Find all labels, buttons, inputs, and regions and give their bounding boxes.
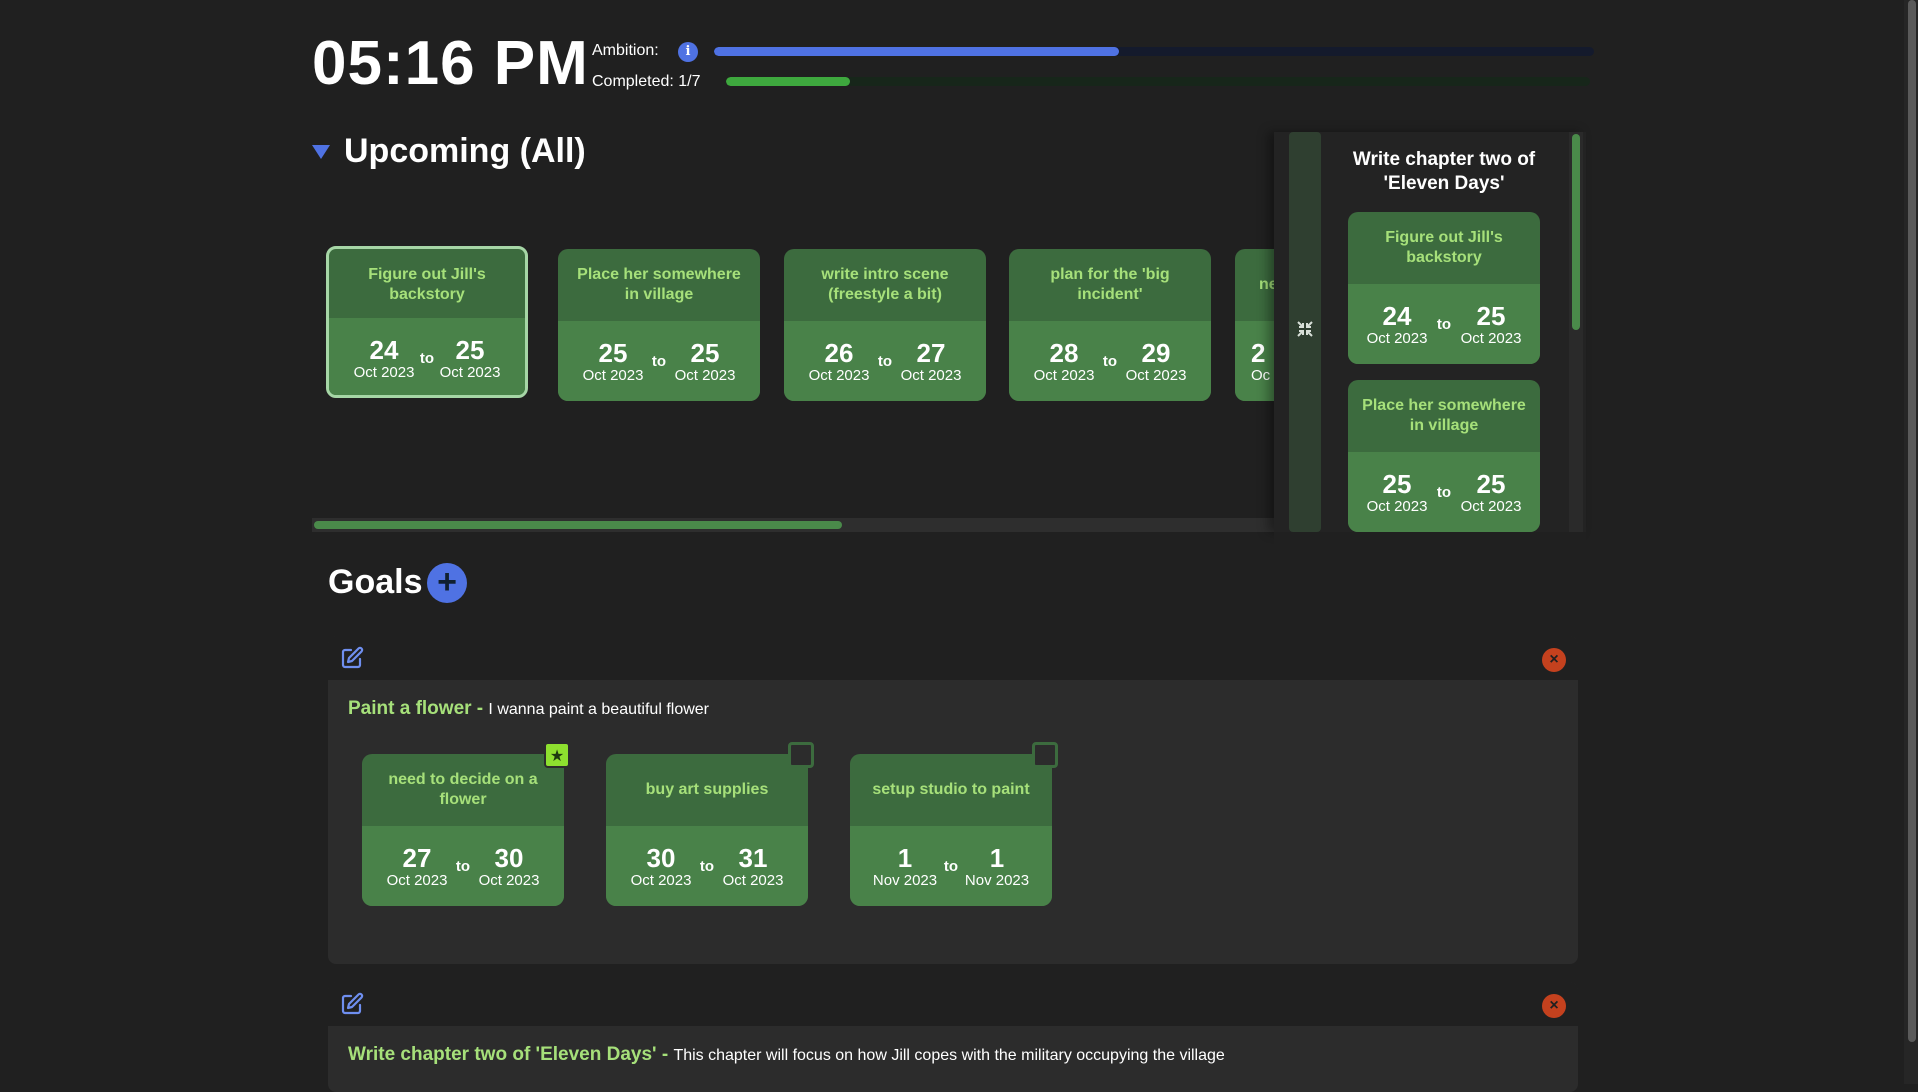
upcoming-card[interactable]: plan for the 'big incident' 28 Oct 2023 t… bbox=[1009, 249, 1211, 401]
add-goal-button[interactable]: + bbox=[427, 563, 467, 603]
upcoming-card[interactable]: Figure out Jill's backstory 24 Oct 2023 t… bbox=[326, 246, 528, 398]
goal-task[interactable]: need to decide on a flower 27 Oct 2023 to… bbox=[362, 742, 570, 912]
to-month: Oct 2023 bbox=[1460, 330, 1522, 347]
to-day: 25 bbox=[1476, 469, 1506, 499]
task-card[interactable]: buy art supplies 30 Oct 2023 to 31 Oct 202… bbox=[606, 754, 808, 906]
horizontal-scrollbar-thumb[interactable] bbox=[314, 521, 842, 529]
goal-heading: Paint a flower - I wanna paint a beautif… bbox=[348, 698, 709, 720]
to-day: 25 bbox=[690, 338, 720, 368]
to-month: Oct 2023 bbox=[1125, 367, 1187, 384]
goal-description: This chapter will focus on how Jill cope… bbox=[673, 1047, 1225, 1064]
goal-description: I wanna paint a beautiful flower bbox=[488, 701, 710, 718]
to-month: Nov 2023 bbox=[964, 872, 1030, 889]
to-day: 1 bbox=[989, 843, 1005, 873]
side-panel-title: Write chapter two of 'Eleven Days' bbox=[1352, 149, 1536, 194]
goal-name: Write chapter two of 'Eleven Days' bbox=[348, 1044, 657, 1065]
to-day: 25 bbox=[455, 335, 485, 365]
side-panel-scrollbar-thumb[interactable] bbox=[1572, 134, 1580, 330]
goal-card: × Write chapter two of 'Eleven Days' - T… bbox=[328, 982, 1578, 1092]
goal-heading: Write chapter two of 'Eleven Days' - Thi… bbox=[348, 1044, 1225, 1066]
info-icon[interactable]: i bbox=[678, 42, 698, 62]
to-month: Oct 2023 bbox=[900, 367, 962, 384]
collapse-icon[interactable] bbox=[1296, 320, 1314, 338]
edit-icon[interactable] bbox=[340, 646, 364, 670]
to-month: Oct 2023 bbox=[1460, 498, 1522, 515]
upcoming-card[interactable]: ne 2 Oc bbox=[1235, 249, 1274, 401]
task-title: setup studio to paint bbox=[872, 781, 1030, 798]
goal-task[interactable]: buy art supplies 30 Oct 2023 to 31 Oct 202… bbox=[606, 742, 814, 912]
upcoming-carousel[interactable]: Figure out Jill's backstory 24 Oct 2023 t… bbox=[312, 240, 1274, 410]
goal-card: × Paint a flower - I wanna paint a beaut… bbox=[328, 636, 1578, 964]
task-title: buy art supplies bbox=[645, 781, 769, 798]
to-day: 30 bbox=[494, 843, 524, 873]
page-scrollbar-thumb[interactable] bbox=[1908, 0, 1916, 1042]
upcoming-card[interactable]: write intro scene (freestyle a bit) 26 Oc… bbox=[784, 249, 986, 401]
upcoming-title: Upcoming (All) bbox=[344, 132, 586, 170]
delete-goal-icon[interactable]: × bbox=[1542, 648, 1566, 672]
goal-toolbar: × bbox=[328, 982, 1578, 1026]
side-panel-card[interactable]: Place her somewhere in village 25 Oct 202… bbox=[1348, 380, 1540, 532]
from-month: Oc bbox=[1251, 367, 1271, 384]
side-panel-card[interactable]: Figure out Jill's backstory 24 Oct 2023 t… bbox=[1348, 212, 1540, 364]
side-panel-bottom-edge bbox=[1274, 532, 1586, 552]
task-title: plan for the 'big incident' bbox=[1050, 266, 1170, 303]
task-complete-checkbox[interactable]: ★ bbox=[544, 742, 570, 768]
to-day: 25 bbox=[1476, 301, 1506, 331]
delete-goal-icon[interactable]: × bbox=[1542, 994, 1566, 1018]
goals-title: Goals bbox=[328, 563, 423, 601]
to-month: Oct 2023 bbox=[722, 872, 784, 889]
goal-task[interactable]: setup studio to paint 1 Nov 2023 to 1 Nov … bbox=[850, 742, 1058, 912]
task-title: ne bbox=[1259, 276, 1274, 293]
to-day: 27 bbox=[916, 338, 946, 368]
to-day: 29 bbox=[1141, 338, 1171, 368]
to-month: Oct 2023 bbox=[478, 872, 540, 889]
task-complete-checkbox[interactable] bbox=[788, 742, 814, 768]
goal-separator: - bbox=[471, 698, 489, 719]
task-title: need to decide on a flower bbox=[388, 771, 538, 808]
task-complete-checkbox[interactable] bbox=[1032, 742, 1058, 768]
to-month: Oct 2023 bbox=[674, 367, 736, 384]
edit-icon[interactable] bbox=[340, 992, 364, 1016]
to-month: Oct 2023 bbox=[439, 364, 501, 381]
task-title: Figure out Jill's backstory bbox=[1385, 229, 1503, 266]
to-day: 31 bbox=[738, 843, 768, 873]
task-title: write intro scene (freestyle a bit) bbox=[821, 266, 949, 303]
task-card[interactable]: need to decide on a flower 27 Oct 2023 to… bbox=[362, 754, 564, 906]
task-title: Figure out Jill's backstory bbox=[368, 266, 486, 303]
task-card[interactable]: setup studio to paint 1 Nov 2023 to 1 Nov … bbox=[850, 754, 1052, 906]
goal-separator: - bbox=[656, 1044, 674, 1065]
completed-bar bbox=[726, 77, 1590, 86]
task-title: Place her somewhere in village bbox=[577, 266, 741, 303]
goal-name: Paint a flower bbox=[348, 698, 472, 719]
ambition-bar bbox=[714, 47, 1594, 56]
completed-bar-fill bbox=[726, 77, 850, 86]
from-day: 2 bbox=[1251, 338, 1266, 368]
completed-label: Completed: 1/7 bbox=[592, 73, 701, 90]
clock-time: 05:16 PM bbox=[312, 29, 589, 98]
goal-toolbar: × bbox=[328, 636, 1578, 680]
task-title: Place her somewhere in village bbox=[1362, 397, 1526, 434]
ambition-bar-fill bbox=[714, 47, 1119, 56]
ambition-label: Ambition: bbox=[592, 42, 659, 59]
upcoming-card[interactable]: Place her somewhere in village 25 Oct 202… bbox=[558, 249, 760, 401]
collapse-triangle-icon[interactable] bbox=[312, 145, 330, 159]
